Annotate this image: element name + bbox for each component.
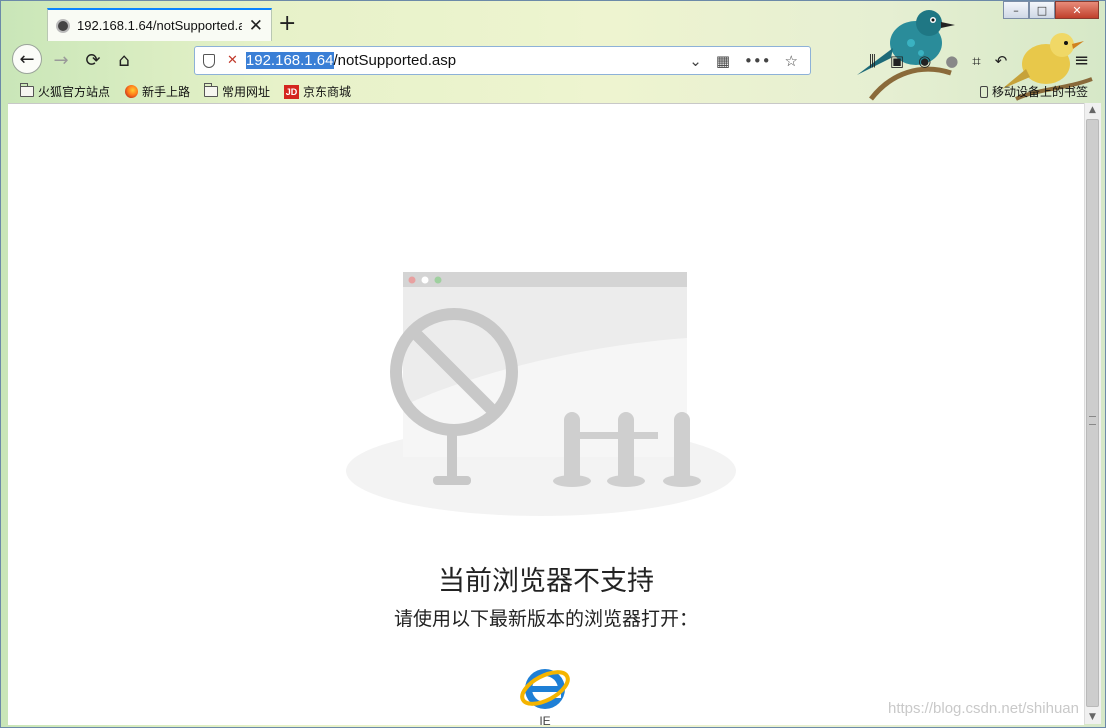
sidebar-icon[interactable]: ▣ [890, 52, 904, 70]
close-icon: ✕ [1072, 3, 1082, 17]
screenshot-icon[interactable]: ⌗ [972, 52, 980, 70]
mobile-bookmarks-label: 移动设备上的书签 [992, 85, 1089, 99]
site-favicon-icon [56, 18, 70, 33]
url-host: 192.168.1.64 [245, 52, 334, 69]
navigation-toolbar: ← → ⟳ ⌂ ✕ 192.168.1.64/notSupported.asp … [1, 41, 1106, 79]
page-actions-more-icon[interactable]: ••• [744, 52, 771, 70]
tab-close-icon[interactable]: ✕ [249, 16, 263, 36]
mobile-bookmarks-item[interactable]: 移动设备上的书签 [980, 83, 1088, 100]
hamburger-menu-icon[interactable]: ≡ [1074, 50, 1089, 71]
bookmark-item[interactable]: 火狐官方站点 [20, 83, 110, 100]
page-content: 当前浏览器不支持 请使用以下最新版本的浏览器打开： IE https://blo… [8, 103, 1084, 725]
watermark-text: https://blog.csdn.net/shihuan [888, 700, 1079, 717]
firefox-icon [125, 85, 138, 98]
address-bar[interactable]: ✕ 192.168.1.64/notSupported.asp ⌄ ▦ ••• … [194, 46, 811, 75]
ie-browser-link[interactable]: IE [518, 660, 572, 725]
browser-not-supported-illustration [346, 272, 736, 516]
internet-explorer-icon [520, 669, 570, 709]
instruction-text: 请使用以下最新版本的浏览器打开： [393, 609, 698, 630]
maximize-button[interactable]: □ [1029, 1, 1055, 19]
scrollbar-grip-icon [1089, 416, 1096, 425]
bookmark-label: 常用网址 [222, 85, 271, 99]
library-icon[interactable]: ⫼ [869, 52, 876, 70]
home-button[interactable]: ⌂ [109, 45, 139, 75]
dropdown-chevron-icon[interactable]: ⌄ [689, 52, 702, 70]
reload-button[interactable]: ⟳ [78, 45, 108, 75]
window-controls: – □ ✕ [1003, 1, 1099, 19]
active-tab[interactable]: 192.168.1.64/notSupported.a ✕ [47, 8, 272, 41]
folder-icon [204, 83, 218, 97]
jd-icon: JD [284, 84, 299, 99]
scroll-down-arrow-icon[interactable]: ▼ [1089, 712, 1096, 722]
urlbar-actions: ⌄ ▦ ••• ☆ [689, 52, 798, 70]
mobile-device-icon [980, 85, 988, 98]
account-icon[interactable]: ◉ [918, 52, 931, 70]
browser-window: – □ ✕ 192.168.1.64/notSupported.a ✕ + ← … [0, 0, 1106, 728]
bookmark-label: 京东商城 [303, 85, 352, 99]
close-window-button[interactable]: ✕ [1055, 1, 1099, 19]
undo-icon[interactable]: ↶ [995, 52, 1008, 70]
bookmark-item[interactable]: 新手上路 [125, 83, 190, 100]
folder-icon [20, 83, 34, 97]
tab-title: 192.168.1.64/notSupported.a [77, 18, 242, 33]
insecure-connection-icon[interactable]: ✕ [227, 53, 238, 68]
scrollbar-thumb[interactable] [1086, 119, 1099, 707]
bookmark-label: 火狐官方站点 [38, 85, 111, 99]
vertical-scrollbar[interactable]: ▲ ▼ [1084, 103, 1101, 724]
bookmark-item[interactable]: JD 京东商城 [284, 83, 351, 100]
bookmark-label: 新手上路 [142, 85, 191, 99]
minimize-icon: – [1013, 3, 1019, 17]
url-text[interactable]: 192.168.1.64/notSupported.asp [245, 52, 457, 69]
new-tab-button[interactable]: + [278, 11, 296, 36]
ie-label: IE [539, 714, 551, 725]
qr-code-icon[interactable]: ▦ [716, 52, 730, 70]
not-supported-heading: 当前浏览器不支持 [438, 566, 654, 596]
back-button[interactable]: ← [12, 44, 42, 74]
url-path: /notSupported.asp [333, 52, 457, 69]
forward-button[interactable]: → [46, 45, 76, 75]
bookmarks-toolbar: 火狐官方站点 新手上路 常用网址 JD 京东商城 移动设备上的书签 [1, 80, 1106, 102]
maximize-icon: □ [1036, 3, 1048, 17]
chat-icon[interactable]: ● [945, 52, 958, 70]
bookmark-star-icon[interactable]: ☆ [785, 52, 798, 70]
toolbar-icons: ⫼ ▣ ◉ ● ⌗ ↶ [869, 52, 1007, 70]
scroll-up-arrow-icon[interactable]: ▲ [1089, 105, 1096, 115]
tracking-protection-shield-icon[interactable] [203, 53, 215, 68]
minimize-button[interactable]: – [1003, 1, 1029, 19]
bookmark-item[interactable]: 常用网址 [204, 83, 270, 100]
